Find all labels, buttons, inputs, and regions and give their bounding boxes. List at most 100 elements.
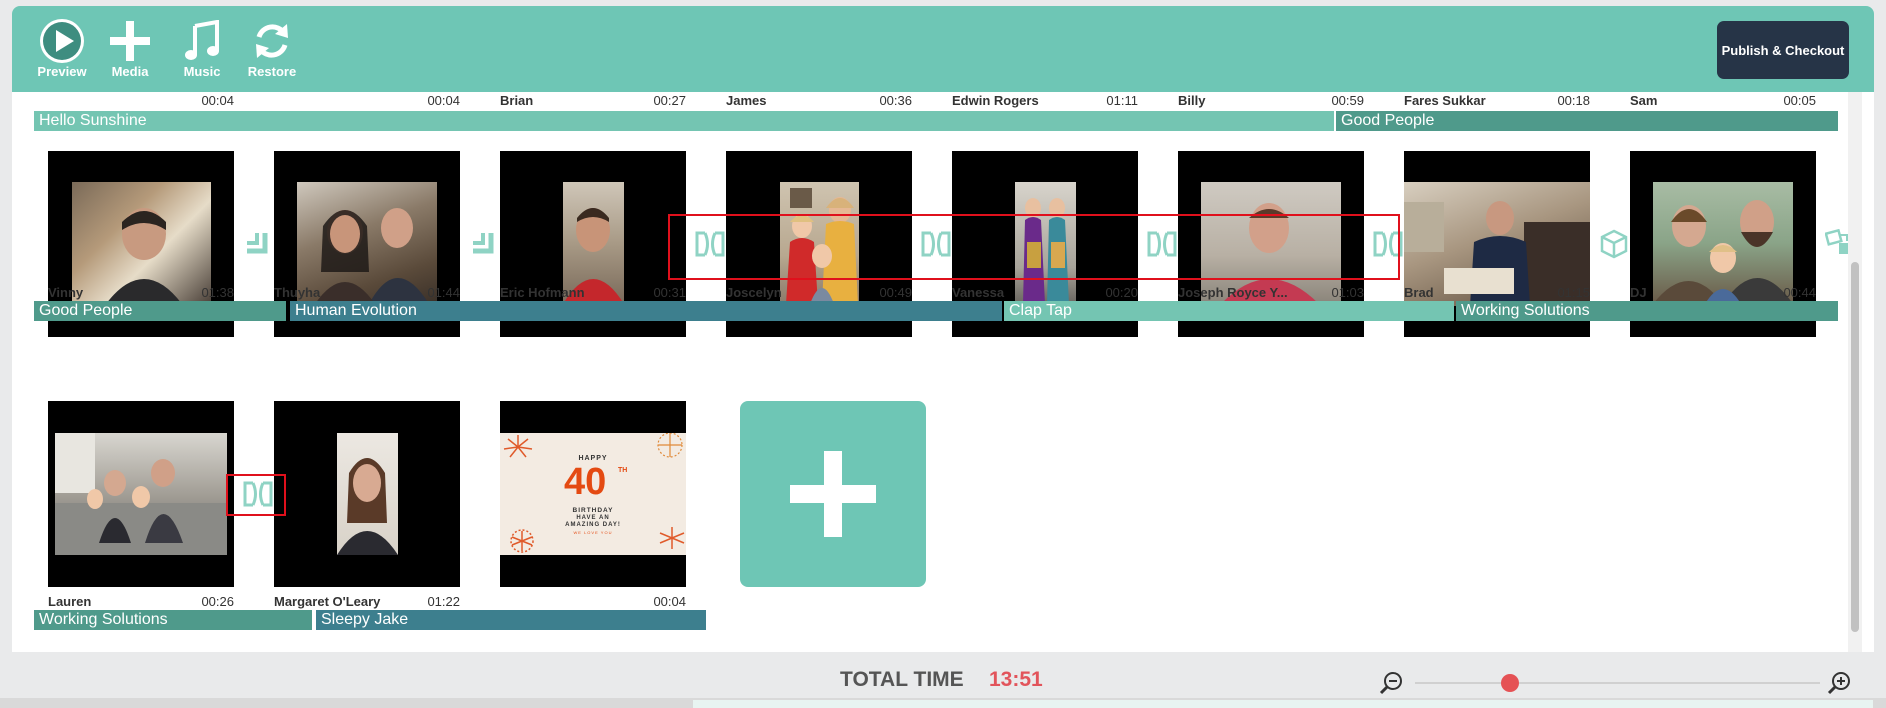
clip-duration: 00:36	[879, 93, 912, 108]
clip-duration: 00:26	[201, 594, 234, 609]
clip-name: Eric Hofmann	[500, 285, 585, 300]
clip-meta: Vinny 01:38	[48, 285, 234, 300]
clip-name: Billy	[1178, 93, 1206, 108]
clip-duration: 00:49	[879, 285, 912, 300]
timeline-grid: 00:04 00:04 Brian 00:27 James 00:36 Edwin …	[34, 92, 1854, 652]
clip-meta: Edwin Rogers 01:11	[952, 93, 1138, 108]
clip-meta: Thuyha 01:44	[274, 285, 460, 300]
clip-thumbnail	[337, 433, 398, 555]
clip-meta: Sam 00:05	[1630, 93, 1816, 108]
transition-button[interactable]	[1368, 224, 1408, 264]
zoom-slider-track[interactable]	[1415, 682, 1820, 684]
transition-slide-icon	[473, 233, 494, 254]
clip-meta: Margaret O'Leary 01:22	[274, 594, 460, 609]
transition-split-icon	[1373, 231, 1403, 257]
music-track[interactable]: Good People	[1336, 111, 1838, 131]
clip-duration: 00:18	[1557, 93, 1590, 108]
clip-meta: Brad 01:15	[1404, 285, 1590, 300]
clip-duration: 00:04	[427, 93, 460, 108]
transition-button[interactable]	[1594, 224, 1634, 264]
footer-bar: TOTAL TIME 13:51	[12, 652, 1874, 698]
vertical-scrollbar[interactable]	[1848, 92, 1862, 652]
clip-meta: Vanessa 00:20	[952, 285, 1138, 300]
clip-duration: 00:27	[653, 93, 686, 108]
top-toolbar: Preview Media Music Restore Publish & Ch…	[12, 6, 1874, 92]
publish-checkout-button[interactable]: Publish & Checkout	[1717, 21, 1849, 79]
clip-name: Fares Sukkar	[1404, 93, 1486, 108]
total-time-value: 13:51	[989, 668, 1043, 691]
clip-duration: 00:05	[1783, 93, 1816, 108]
music-button[interactable]: Music	[172, 16, 232, 79]
clip-duration: 00:44	[1783, 285, 1816, 300]
add-plus-icon-stem	[824, 451, 842, 537]
clip-name: James	[726, 93, 767, 108]
clip-duration: 01:44	[427, 285, 460, 300]
transition-button[interactable]	[238, 474, 278, 514]
title-card-clip[interactable]: HAPPY 40 TH BIRTHDAY HAVE AN AMAZING DAY…	[500, 401, 686, 587]
clip-name: Thuyha	[274, 285, 321, 300]
clip-name: Vinny	[48, 285, 84, 300]
transition-split-icon	[1147, 231, 1177, 257]
clip-duration: 00:04	[201, 93, 234, 108]
card-ordinal-text: TH	[618, 467, 628, 474]
total-time-label: TOTAL TIME	[840, 668, 964, 691]
scrollbar-thumb[interactable]	[1851, 262, 1859, 632]
clip-meta: 00:04	[500, 594, 686, 609]
video-clip[interactable]	[48, 401, 234, 587]
transition-slide-icon	[247, 233, 268, 254]
zoom-slider-knob[interactable]	[1501, 674, 1519, 692]
clip-meta: 00:04	[274, 93, 460, 108]
card-number-text: 40	[564, 461, 607, 503]
clip-meta: James 00:36	[726, 93, 912, 108]
card-line4-text: WE LOVE YOU	[573, 530, 613, 535]
media-button[interactable]: Media	[100, 16, 160, 79]
transition-split-icon	[921, 231, 951, 257]
clip-meta: 00:04	[48, 93, 234, 108]
restore-button[interactable]: Restore	[242, 16, 302, 79]
clip-meta: Eric Hofmann 00:31	[500, 285, 686, 300]
zoom-in-icon[interactable]	[1826, 670, 1852, 696]
clip-duration: 01:03	[1331, 285, 1364, 300]
transition-button[interactable]	[690, 224, 730, 264]
transition-button[interactable]	[916, 224, 956, 264]
horizontal-scrollbar[interactable]	[0, 698, 1886, 708]
clip-name: Joscelyn	[726, 285, 782, 300]
clip-name: Brian	[500, 93, 534, 108]
transition-cube-icon	[1600, 229, 1628, 259]
clip-duration: 01:22	[427, 594, 460, 609]
music-track[interactable]: Clap Tap	[1004, 301, 1454, 321]
music-track[interactable]: Hello Sunshine	[34, 111, 1334, 131]
music-track[interactable]: Good People	[34, 301, 286, 321]
clip-meta: Fares Sukkar 00:18	[1404, 93, 1590, 108]
transition-button[interactable]	[1142, 224, 1182, 264]
music-track[interactable]: Working Solutions	[1456, 301, 1838, 321]
card-line1-text: BIRTHDAY	[572, 507, 614, 514]
timeline-panel: 00:04 00:04 Brian 00:27 James 00:36 Edwin …	[12, 92, 1874, 652]
clip-name: Edwin Rogers	[952, 93, 1039, 108]
preview-button[interactable]: Preview	[32, 16, 92, 79]
play-icon	[32, 16, 92, 66]
transition-button[interactable]	[238, 224, 278, 264]
transition-split-icon	[695, 231, 725, 257]
transition-button[interactable]	[464, 224, 504, 264]
music-track[interactable]: Human Evolution	[290, 301, 1002, 321]
clip-duration: 00:20	[1105, 285, 1138, 300]
horizontal-scrollbar-thumb[interactable]	[693, 700, 1873, 708]
music-track[interactable]: Sleepy Jake	[316, 610, 706, 630]
clip-meta: Lauren 00:26	[48, 594, 234, 609]
video-clip[interactable]	[274, 401, 460, 587]
add-media-tile[interactable]	[740, 401, 926, 587]
music-track[interactable]: Working Solutions	[34, 610, 312, 630]
clip-name: Lauren	[48, 594, 92, 609]
clip-meta: Brian 00:27	[500, 93, 686, 108]
card-line3-text: AMAZING DAY!	[565, 522, 621, 528]
clip-name: Joseph Royce Y...	[1178, 285, 1288, 300]
clip-meta: Joseph Royce Y... 01:03	[1178, 285, 1364, 300]
clip-name: DJ	[1630, 285, 1647, 300]
refresh-icon	[242, 16, 302, 66]
clip-meta: Joscelyn 00:49	[726, 285, 912, 300]
music-note-icon	[172, 16, 232, 66]
zoom-out-icon[interactable]	[1378, 670, 1404, 696]
clip-duration: 01:15	[1557, 285, 1590, 300]
clip-duration: 00:31	[653, 285, 686, 300]
